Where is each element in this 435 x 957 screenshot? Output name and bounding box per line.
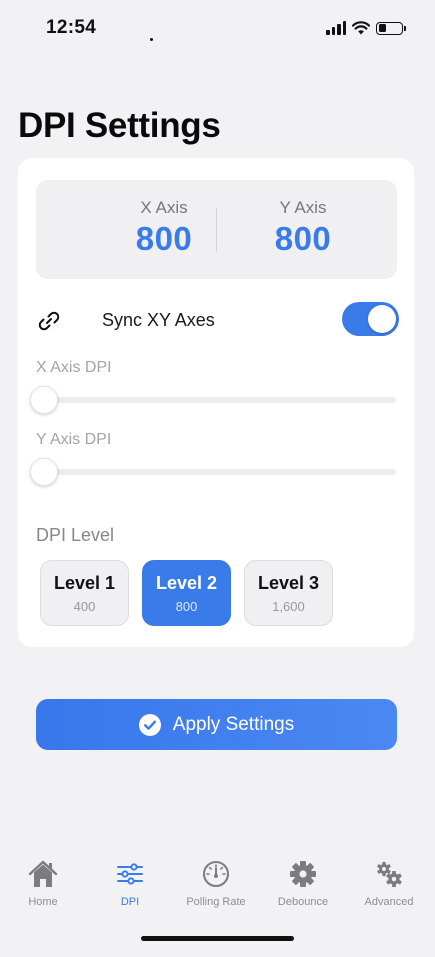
home-indicator [141, 936, 294, 941]
y-axis-dpi-label: Y Axis DPI [36, 431, 112, 448]
x-axis-dpi-slider-thumb[interactable] [30, 386, 58, 414]
gears-icon [377, 861, 402, 888]
checkmark-circle-icon [138, 713, 161, 736]
axis-divider [216, 208, 217, 252]
level-dpi: 1,600 [272, 599, 305, 614]
tab-dpi[interactable]: DPI [85, 858, 175, 908]
dpi-level-1-button[interactable]: Level 1 400 [40, 560, 129, 626]
home-icon [28, 860, 58, 887]
status-dot [150, 38, 153, 41]
tab-debounce-label: Debounce [277, 896, 329, 908]
level-name: Level 2 [155, 573, 218, 593]
tab-polling-rate-label: Polling Rate [186, 896, 246, 908]
y-axis-summary: Y Axis 800 [243, 198, 363, 258]
level-dpi: 800 [175, 599, 198, 614]
axis-summary: X Axis 800 Y Axis 800 [36, 180, 397, 279]
sync-xy-row: Sync XY Axes [36, 300, 399, 340]
tab-home-label: Home [28, 896, 58, 908]
tab-polling-rate[interactable]: Polling Rate [171, 858, 261, 908]
level-name: Level 1 [53, 573, 116, 593]
apply-settings-button[interactable]: Apply Settings [36, 699, 397, 750]
dpi-level-3-button[interactable]: Level 3 1,600 [244, 560, 333, 626]
gear-icon [290, 861, 316, 887]
y-axis-label: Y Axis [279, 198, 327, 217]
gauge-icon [203, 861, 229, 887]
tab-dpi-label: DPI [120, 896, 140, 908]
battery-icon [376, 21, 406, 35]
tab-bar: Home DPI Polling Rate Debounce Advanced [0, 858, 435, 918]
page-title: DPI Settings [18, 106, 221, 145]
wifi-icon [352, 21, 370, 35]
y-axis-value: 800 [274, 220, 332, 257]
level-name: Level 3 [257, 573, 320, 593]
apply-settings-label: Apply Settings [172, 713, 295, 735]
status-time: 12:54 [46, 17, 97, 38]
x-axis-value: 800 [135, 220, 193, 257]
sliders-icon [117, 863, 143, 885]
tab-advanced-label: Advanced [364, 896, 414, 908]
x-axis-dpi-label: X Axis DPI [36, 359, 112, 376]
cellular-signal-icon [326, 21, 346, 35]
tab-home[interactable]: Home [0, 858, 88, 908]
sync-xy-toggle[interactable] [342, 302, 399, 336]
level-dpi: 400 [73, 599, 96, 614]
y-axis-dpi-slider-thumb[interactable] [30, 458, 58, 486]
dpi-settings-card: X Axis 800 Y Axis 800 Sync XY Axes X Axi… [18, 158, 414, 647]
tab-advanced[interactable]: Advanced [344, 858, 434, 908]
status-bar: 12:54 [0, 0, 435, 56]
status-icons [326, 21, 406, 35]
tab-debounce[interactable]: Debounce [258, 858, 348, 908]
dpi-level-title: DPI Level [36, 525, 115, 545]
x-axis-dpi-slider[interactable] [36, 397, 396, 403]
link-icon [38, 311, 60, 331]
toggle-knob[interactable] [368, 305, 396, 333]
y-axis-dpi-slider[interactable] [36, 469, 396, 475]
x-axis-summary: X Axis 800 [104, 198, 224, 258]
x-axis-label: X Axis [140, 198, 188, 217]
sync-xy-label: Sync XY Axes [102, 310, 215, 330]
dpi-level-2-button[interactable]: Level 2 800 [142, 560, 231, 626]
